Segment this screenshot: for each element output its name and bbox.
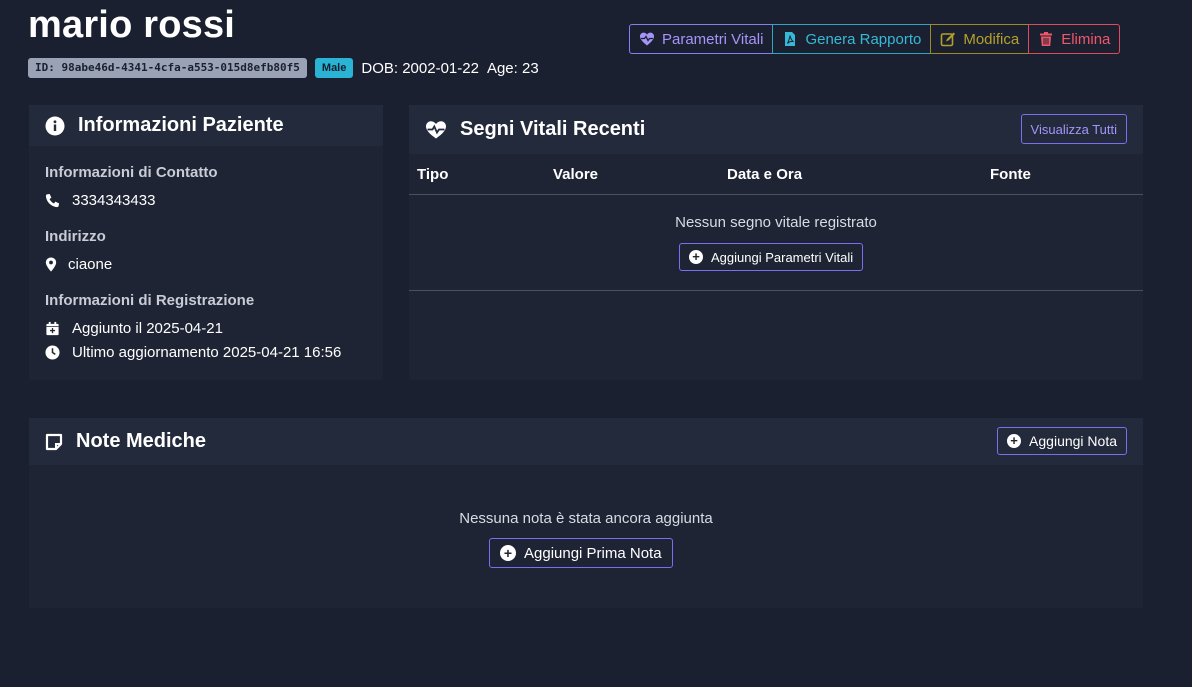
view-all-button[interactable]: Visualizza Tutti [1020,114,1127,144]
edit-button[interactable]: Modifica [930,24,1030,54]
address-label: Indirizzo [45,228,106,245]
plus-circle-icon: + [689,250,703,264]
address-value: ciaone [68,255,113,273]
patient-info-header: Informazioni Paziente [29,105,383,146]
add-first-note-button[interactable]: + Aggiungi Prima Nota [489,538,673,568]
add-vitals-label: Aggiungi Parametri Vitali [711,249,854,265]
file-pdf-icon [785,32,796,46]
column-source: Fonte [990,165,1031,183]
added-date: Aggiunto il 2025-04-21 [72,319,223,337]
vitals-table-header: Tipo Valore Data e Ora Fonte [409,154,1143,195]
add-note-label: Aggiungi Nota [1029,433,1117,449]
dob-text: DOB: 2002-01-22 [361,59,479,77]
trash-icon [1040,32,1053,46]
recent-vitals-header: Segni Vitali Recenti Visualizza Tutti [409,105,1143,154]
plus-circle-icon: + [1007,434,1022,448]
delete-button[interactable]: Elimina [1028,24,1121,54]
edit-icon [941,32,956,47]
medical-notes-header: Note Mediche + Aggiungi Nota [29,418,1143,465]
column-datetime: Data e Ora [727,165,803,183]
clock-icon [45,344,60,360]
patient-info-title: Informazioni Paziente [78,114,284,136]
info-circle-icon [45,116,65,135]
column-value: Valore [553,165,599,183]
add-first-note-label: Aggiungi Prima Nota [524,544,662,562]
delete-button-label: Elimina [1061,30,1111,48]
sex-badge: Male [314,58,354,78]
generate-report-button[interactable]: Genera Rapporto [772,24,932,54]
medical-notes-title: Note Mediche [76,430,207,452]
medical-notes-card: Note Mediche + Aggiungi Nota Nessuna not… [29,418,1143,608]
vitals-button[interactable]: Parametri Vitali [629,24,774,54]
patient-meta: ID: 98abe46d-4341-4cfa-a553-015d8efb80f5… [28,57,539,79]
plus-circle-icon: + [500,545,516,561]
column-type: Tipo [417,165,449,183]
vitals-empty-state: Nessun segno vitale registrato + Aggiung… [409,195,1143,291]
phone-value: 3334343433 [72,191,156,209]
edit-button-label: Modifica [963,30,1020,48]
map-marker-icon [45,256,57,272]
contact-label: Informazioni di Contatto [45,164,218,181]
action-button-group: Parametri Vitali Genera Rapporto Modific… [629,24,1121,56]
vitals-empty-text: Nessun segno vitale registrato [675,214,877,231]
recent-vitals-card: Segni Vitali Recenti Visualizza Tutti Ti… [409,105,1143,380]
patient-name: mario rossi [28,4,236,46]
sticky-note-icon [45,433,63,450]
updated-date: Ultimo aggiornamento 2025-04-21 16:56 [72,343,342,361]
age-text: Age: 23 [486,59,539,77]
heart-pulse-icon [426,120,446,138]
vitals-button-label: Parametri Vitali [662,30,764,48]
heart-pulse-icon [640,32,654,46]
phone-icon [45,193,60,207]
add-vitals-button[interactable]: + Aggiungi Parametri Vitali [679,243,864,271]
recent-vitals-title: Segni Vitali Recenti [460,118,646,140]
add-note-button[interactable]: + Aggiungi Nota [997,427,1127,455]
calendar-plus-icon [46,321,59,335]
registration-label: Informazioni di Registrazione [45,292,255,309]
patient-id-badge: ID: 98abe46d-4341-4cfa-a553-015d8efb80f5 [28,58,307,78]
patient-info-card: Informazioni Paziente Informazioni di Co… [29,105,383,380]
notes-empty-text: Nessuna nota è stata ancora aggiunta [459,510,713,527]
generate-report-label: Genera Rapporto [805,30,922,48]
